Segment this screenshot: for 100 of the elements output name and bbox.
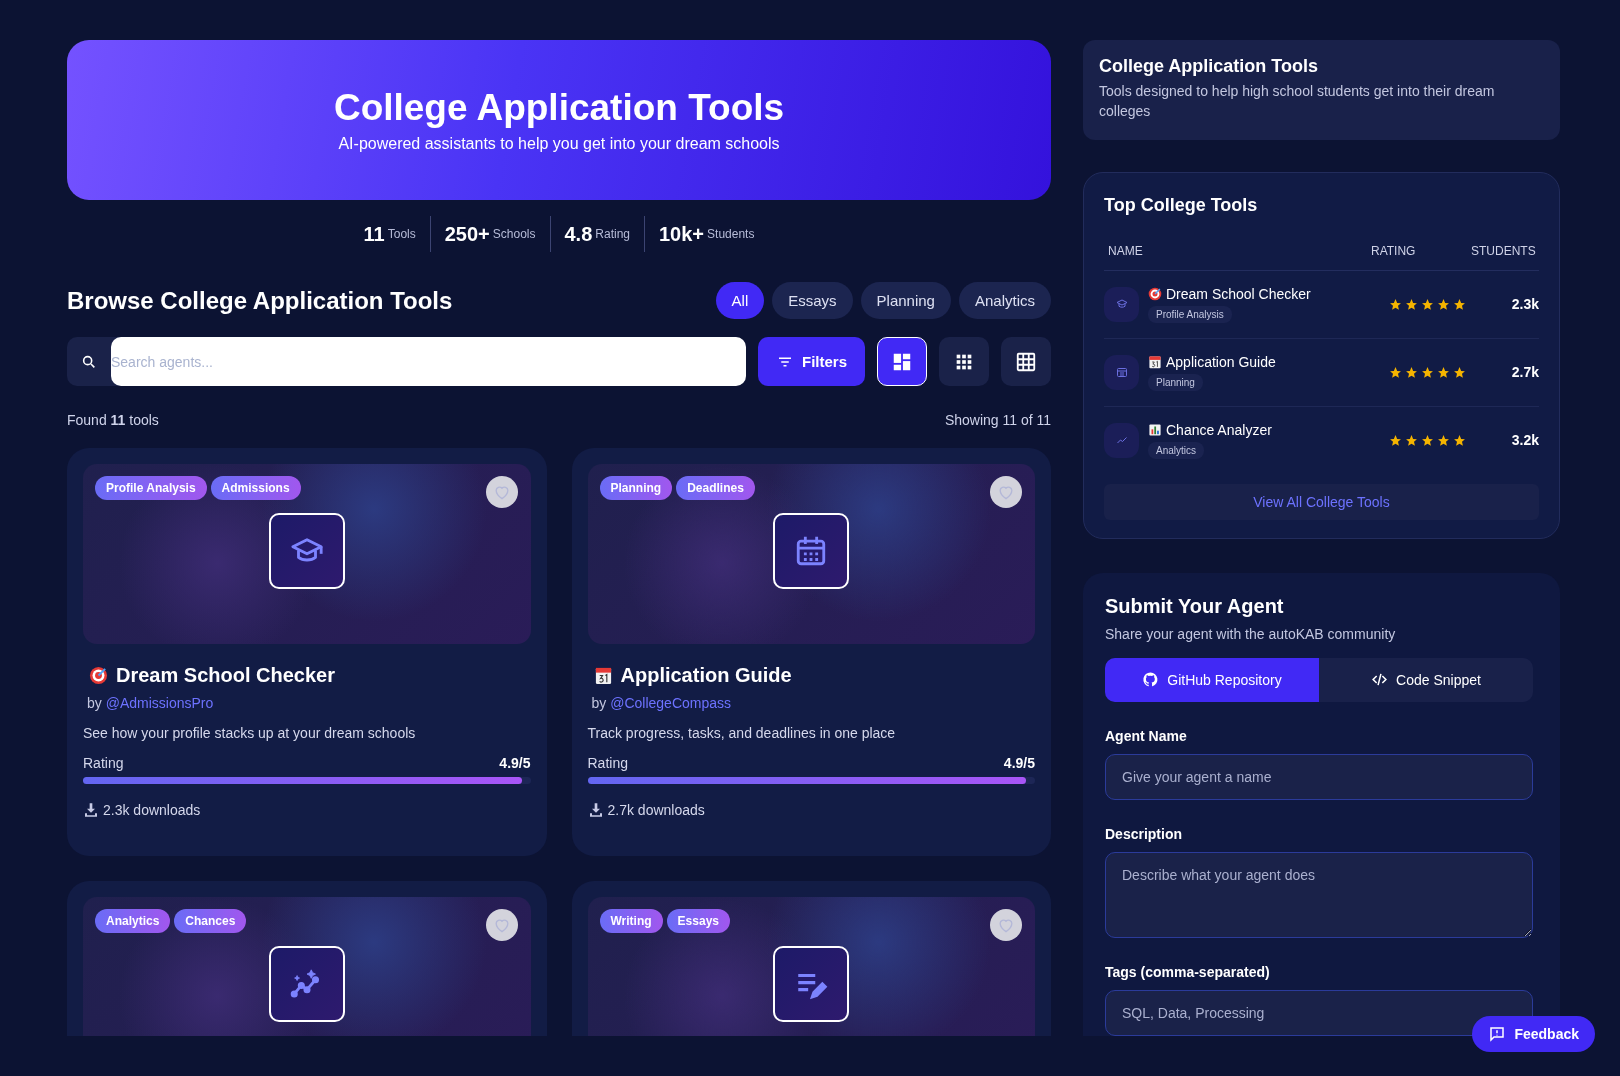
filter-chip[interactable]: Essays <box>772 282 853 319</box>
column-header: STUDENTS <box>1471 243 1535 258</box>
search-field[interactable]: Search agents... <box>67 337 746 386</box>
filter-chip[interactable]: Analytics <box>958 282 1051 319</box>
tag: Admissions <box>210 476 301 500</box>
star-icon <box>1389 433 1402 447</box>
search-icon <box>81 353 97 370</box>
view-toggle[interactable] <box>877 337 927 386</box>
view-all-button[interactable]: View All College Tools <box>1104 483 1539 520</box>
tool-card[interactable]: Analytics Chances <box>67 881 547 1036</box>
info-title: College Application Tools <box>1099 56 1319 77</box>
field-label: Agent Name <box>1105 727 1188 744</box>
calendar-icon <box>1148 354 1162 369</box>
author-link[interactable]: @CollegeCompass <box>610 695 731 711</box>
tool-card[interactable]: Profile Analysis Admissions Dream School Checker by @AdmissionsPro See how your profile stacks up at your dream schools Rating 4.9/5 2.3k downloads <box>67 448 547 856</box>
star-icon <box>1389 365 1402 379</box>
table-icon <box>1015 350 1037 373</box>
tool-name: Application Guide <box>620 664 792 687</box>
calendar-icon <box>1115 366 1128 379</box>
table-row[interactable]: Dream School Checker Profile Analysis 2.3k <box>1104 270 1539 339</box>
star-icon <box>1421 297 1434 311</box>
tool-card[interactable]: Planning Deadlines Application Guide by @CollegeCompass Track progress, tasks, and deadlines in one place Rating 4.9/5 2.7k downloads <box>571 448 1051 856</box>
tool-card[interactable]: Writing Essays <box>571 881 1051 1036</box>
stat-label: Students <box>707 227 755 241</box>
source-tab[interactable]: Code Snippet <box>1319 657 1533 702</box>
by-label: by <box>591 695 607 711</box>
results-count: Found 11 tools <box>67 412 159 428</box>
stat-value: 4.8 <box>564 222 593 246</box>
tool-description: See how your profile stacks up at your dream schools <box>83 725 417 741</box>
by-label: by <box>87 695 102 711</box>
star-icon <box>1437 433 1450 447</box>
tag: Planning <box>1148 373 1203 391</box>
field-label: Tags (comma-separated) <box>1105 963 1271 980</box>
source-tab[interactable]: GitHub Repository <box>1105 657 1319 702</box>
table-row[interactable]: Chance Analyzer Analytics 3.2k <box>1104 406 1539 474</box>
card-title: Submit Your Agent <box>1105 594 1285 618</box>
rating-label: Rating <box>587 755 628 771</box>
rating-label: Rating <box>83 755 124 771</box>
student-count: 2.7k <box>1510 364 1539 381</box>
favorite-button[interactable] <box>990 476 1022 508</box>
bar-chart-icon <box>1148 422 1162 437</box>
showing-count: Showing 11 of 11 <box>944 412 1051 428</box>
view-toggle[interactable] <box>1001 337 1051 386</box>
tool-name: Application Guide <box>1166 353 1276 370</box>
stat-label: Schools <box>492 227 536 241</box>
stat-value: 11 <box>363 222 385 246</box>
tag: Analytics <box>95 909 171 933</box>
feedback-button[interactable]: Feedback <box>1472 1016 1595 1052</box>
filter-chip[interactable]: All <box>715 282 765 319</box>
tool-name: Dream School Checker <box>116 664 335 687</box>
tag: Essays <box>666 909 730 933</box>
section-title: Browse College Application Tools <box>67 286 453 315</box>
star-icon <box>1453 433 1466 447</box>
favorite-button[interactable] <box>485 909 518 941</box>
tool-name: Dream School Checker <box>1166 285 1311 302</box>
student-count: 3.2k <box>1510 432 1539 449</box>
star-icon <box>1453 297 1466 311</box>
target-icon <box>1148 286 1162 301</box>
star-icon <box>1405 365 1418 379</box>
field-label: Description <box>1105 825 1183 842</box>
tag: Analytics <box>1148 441 1204 459</box>
table-row[interactable]: Application Guide Planning 2.7k <box>1104 338 1539 407</box>
stat-label: Rating <box>595 227 630 241</box>
view-toggle[interactable] <box>939 337 989 386</box>
tag: Planning <box>599 476 673 500</box>
tool-description: Track progress, tasks, and deadlines in one place <box>587 725 897 741</box>
filters-button[interactable]: Filters <box>758 337 865 386</box>
column-header: NAME <box>1108 243 1144 258</box>
tag: Chances <box>174 909 247 933</box>
star-icon <box>1437 365 1450 379</box>
target-icon <box>89 666 108 685</box>
favorite-button[interactable] <box>990 909 1022 941</box>
star-icon <box>1453 365 1466 379</box>
star-icon <box>1421 365 1434 379</box>
filter-chip[interactable]: Planning <box>860 282 951 319</box>
stat-value: 10k+ <box>659 222 705 246</box>
github-icon <box>1142 671 1160 689</box>
star-icon <box>1421 433 1434 447</box>
star-icon <box>1405 297 1418 311</box>
student-count: 2.3k <box>1510 296 1539 313</box>
tool-name: Chance Analyzer <box>1166 421 1272 438</box>
star-icon <box>1437 297 1450 311</box>
tag: Profile Analysis <box>1148 305 1232 323</box>
download-count: 2.7k downloads <box>607 802 705 818</box>
input-field[interactable]: Give your agent a name <box>1105 753 1533 800</box>
stat-value: 250+ <box>444 222 490 246</box>
star-icon <box>1405 433 1418 447</box>
download-icon <box>83 802 99 818</box>
download-count: 2.3k downloads <box>103 802 201 818</box>
favorite-button[interactable] <box>485 476 518 508</box>
feedback-icon <box>1488 1025 1507 1043</box>
hero-title: College Application Tools <box>333 87 785 129</box>
column-header: RATING <box>1371 243 1417 258</box>
card-subtitle: Share your agent with the autoKAB community <box>1105 625 1397 642</box>
tag: Writing <box>599 909 663 933</box>
download-icon <box>587 802 604 818</box>
star-icon <box>1389 297 1402 311</box>
rating-value: 4.9/5 <box>1003 755 1035 771</box>
description-field[interactable]: Describe what your agent does <box>1105 851 1533 938</box>
author-link[interactable]: @AdmissionsPro <box>105 695 214 711</box>
